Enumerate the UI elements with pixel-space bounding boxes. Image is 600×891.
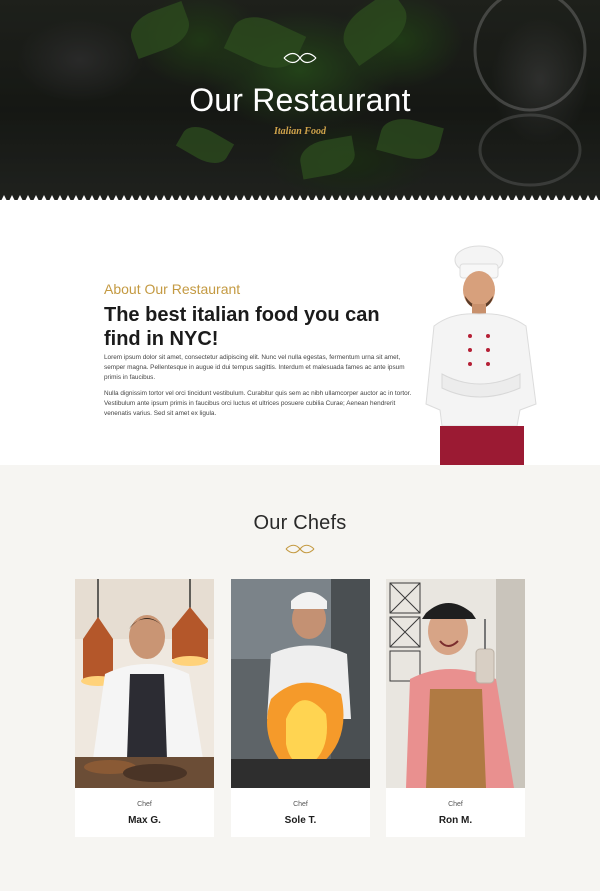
chef-card[interactable]: Chef Sole T. [231,579,370,837]
chef-photo [231,579,370,788]
chef-name: Sole T. [284,815,317,826]
chef-role: Chef [137,801,152,808]
hero-title: Our Restaurant [189,82,411,118]
about-section: About Our Restaurant The best italian fo… [0,200,600,465]
about-heading: The best italian food you can find in NY… [104,304,380,350]
chef-photo [75,579,214,788]
about-paragraph: Nulla dignissim tortor vel orci tincidun… [104,390,412,417]
hero-banner: Our Restaurant Italian Food [0,0,600,200]
chef-portrait [425,245,537,465]
chef-name: Max G. [128,815,161,826]
chef-card[interactable]: Chef Ron M. [386,579,525,837]
zigzag-divider [1,195,599,200]
chef-name: Ron M. [438,815,473,826]
chef-role: Chef [448,801,463,808]
flourish-icon [283,52,317,64]
flourish-icon [285,544,315,554]
chef-card[interactable]: Chef Max G. [75,579,214,837]
hero-subtitle: Italian Food [274,126,326,137]
chef-photo [386,579,525,788]
chefs-title: Our Chefs [253,512,347,534]
about-kicker: About Our Restaurant [104,281,241,297]
chef-role: Chef [293,801,308,808]
about-paragraph: Lorem ipsum dolor sit amet, consectetur … [104,354,405,381]
